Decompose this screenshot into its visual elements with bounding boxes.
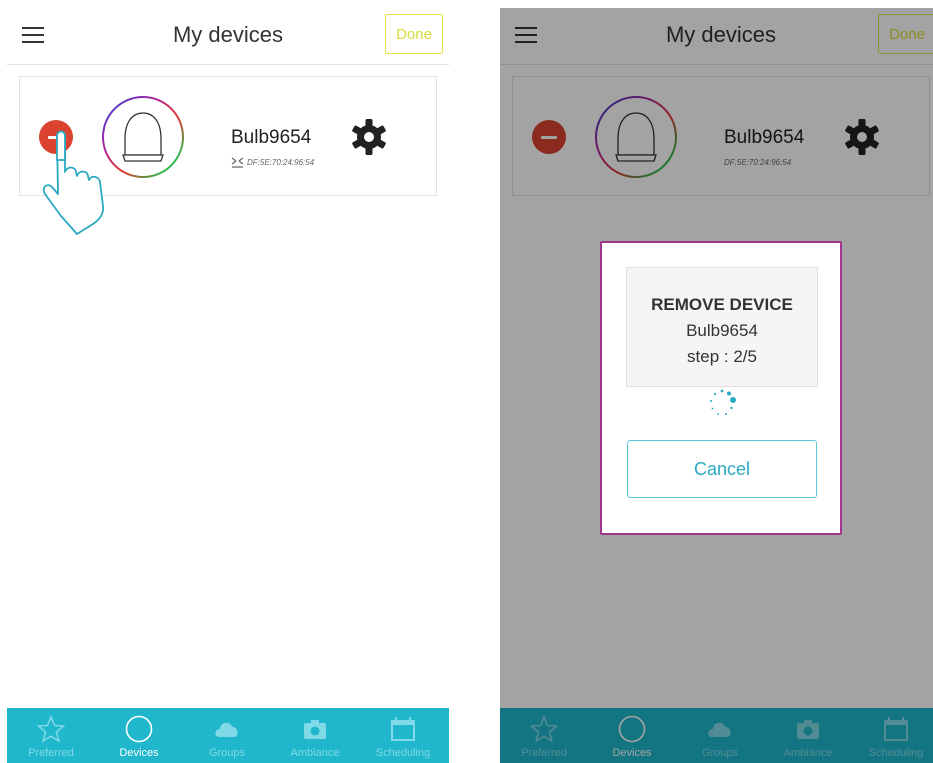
- page-title: My devices: [172, 22, 284, 47]
- tab-label: Groups: [208, 747, 246, 759]
- tab-scheduling[interactable]: Scheduling: [359, 708, 447, 763]
- tap-hand-icon: [42, 130, 105, 235]
- dialog-title: REMOVE DEVICE: [651, 295, 793, 314]
- device-name: Bulb9654: [231, 127, 312, 148]
- connection-icon: [231, 157, 244, 168]
- tab-ambiance[interactable]: Ambiance: [271, 708, 359, 763]
- tab-preferred[interactable]: Preferred: [7, 708, 95, 763]
- tab-label: Devices: [119, 747, 159, 759]
- cloud-icon: [215, 722, 238, 737]
- tab-devices[interactable]: Devices: [95, 705, 183, 763]
- tab-label: Scheduling: [375, 747, 431, 759]
- app-header: My devices Done: [7, 8, 449, 65]
- circle-icon: [125, 715, 153, 743]
- dialog-step: step : 2/5: [687, 347, 757, 366]
- dialog-device-name: Bulb9654: [686, 321, 758, 340]
- bottom-nav: Preferred Devices Groups Ambiance Schedu…: [7, 705, 449, 763]
- screen-devices-edit: My devices Done Bulb9654 DF:5E:70:24:96:…: [7, 8, 449, 763]
- done-button[interactable]: Done: [385, 14, 443, 54]
- star-icon: [37, 715, 65, 743]
- device-mac-address: DF:5E:70:24:96:54: [247, 158, 315, 167]
- remove-device-dialog: REMOVE DEVICE Bulb9654 step : 2/5 Cancel: [600, 241, 842, 535]
- screen-remove-device-dialog: My devices Done Bulb9654 DF:5E:70:24:96:…: [500, 8, 933, 763]
- cancel-button[interactable]: Cancel: [627, 440, 817, 498]
- tab-groups[interactable]: Groups: [183, 708, 271, 763]
- tab-label: Preferred: [28, 747, 74, 759]
- calendar-icon: [391, 717, 415, 741]
- device-settings-gear-icon[interactable]: [349, 117, 389, 157]
- loading-spinner-icon: [710, 389, 736, 415]
- camera-icon: [304, 720, 326, 739]
- dialog-message: REMOVE DEVICE Bulb9654 step : 2/5: [626, 267, 818, 387]
- tab-label: Ambiance: [290, 747, 340, 759]
